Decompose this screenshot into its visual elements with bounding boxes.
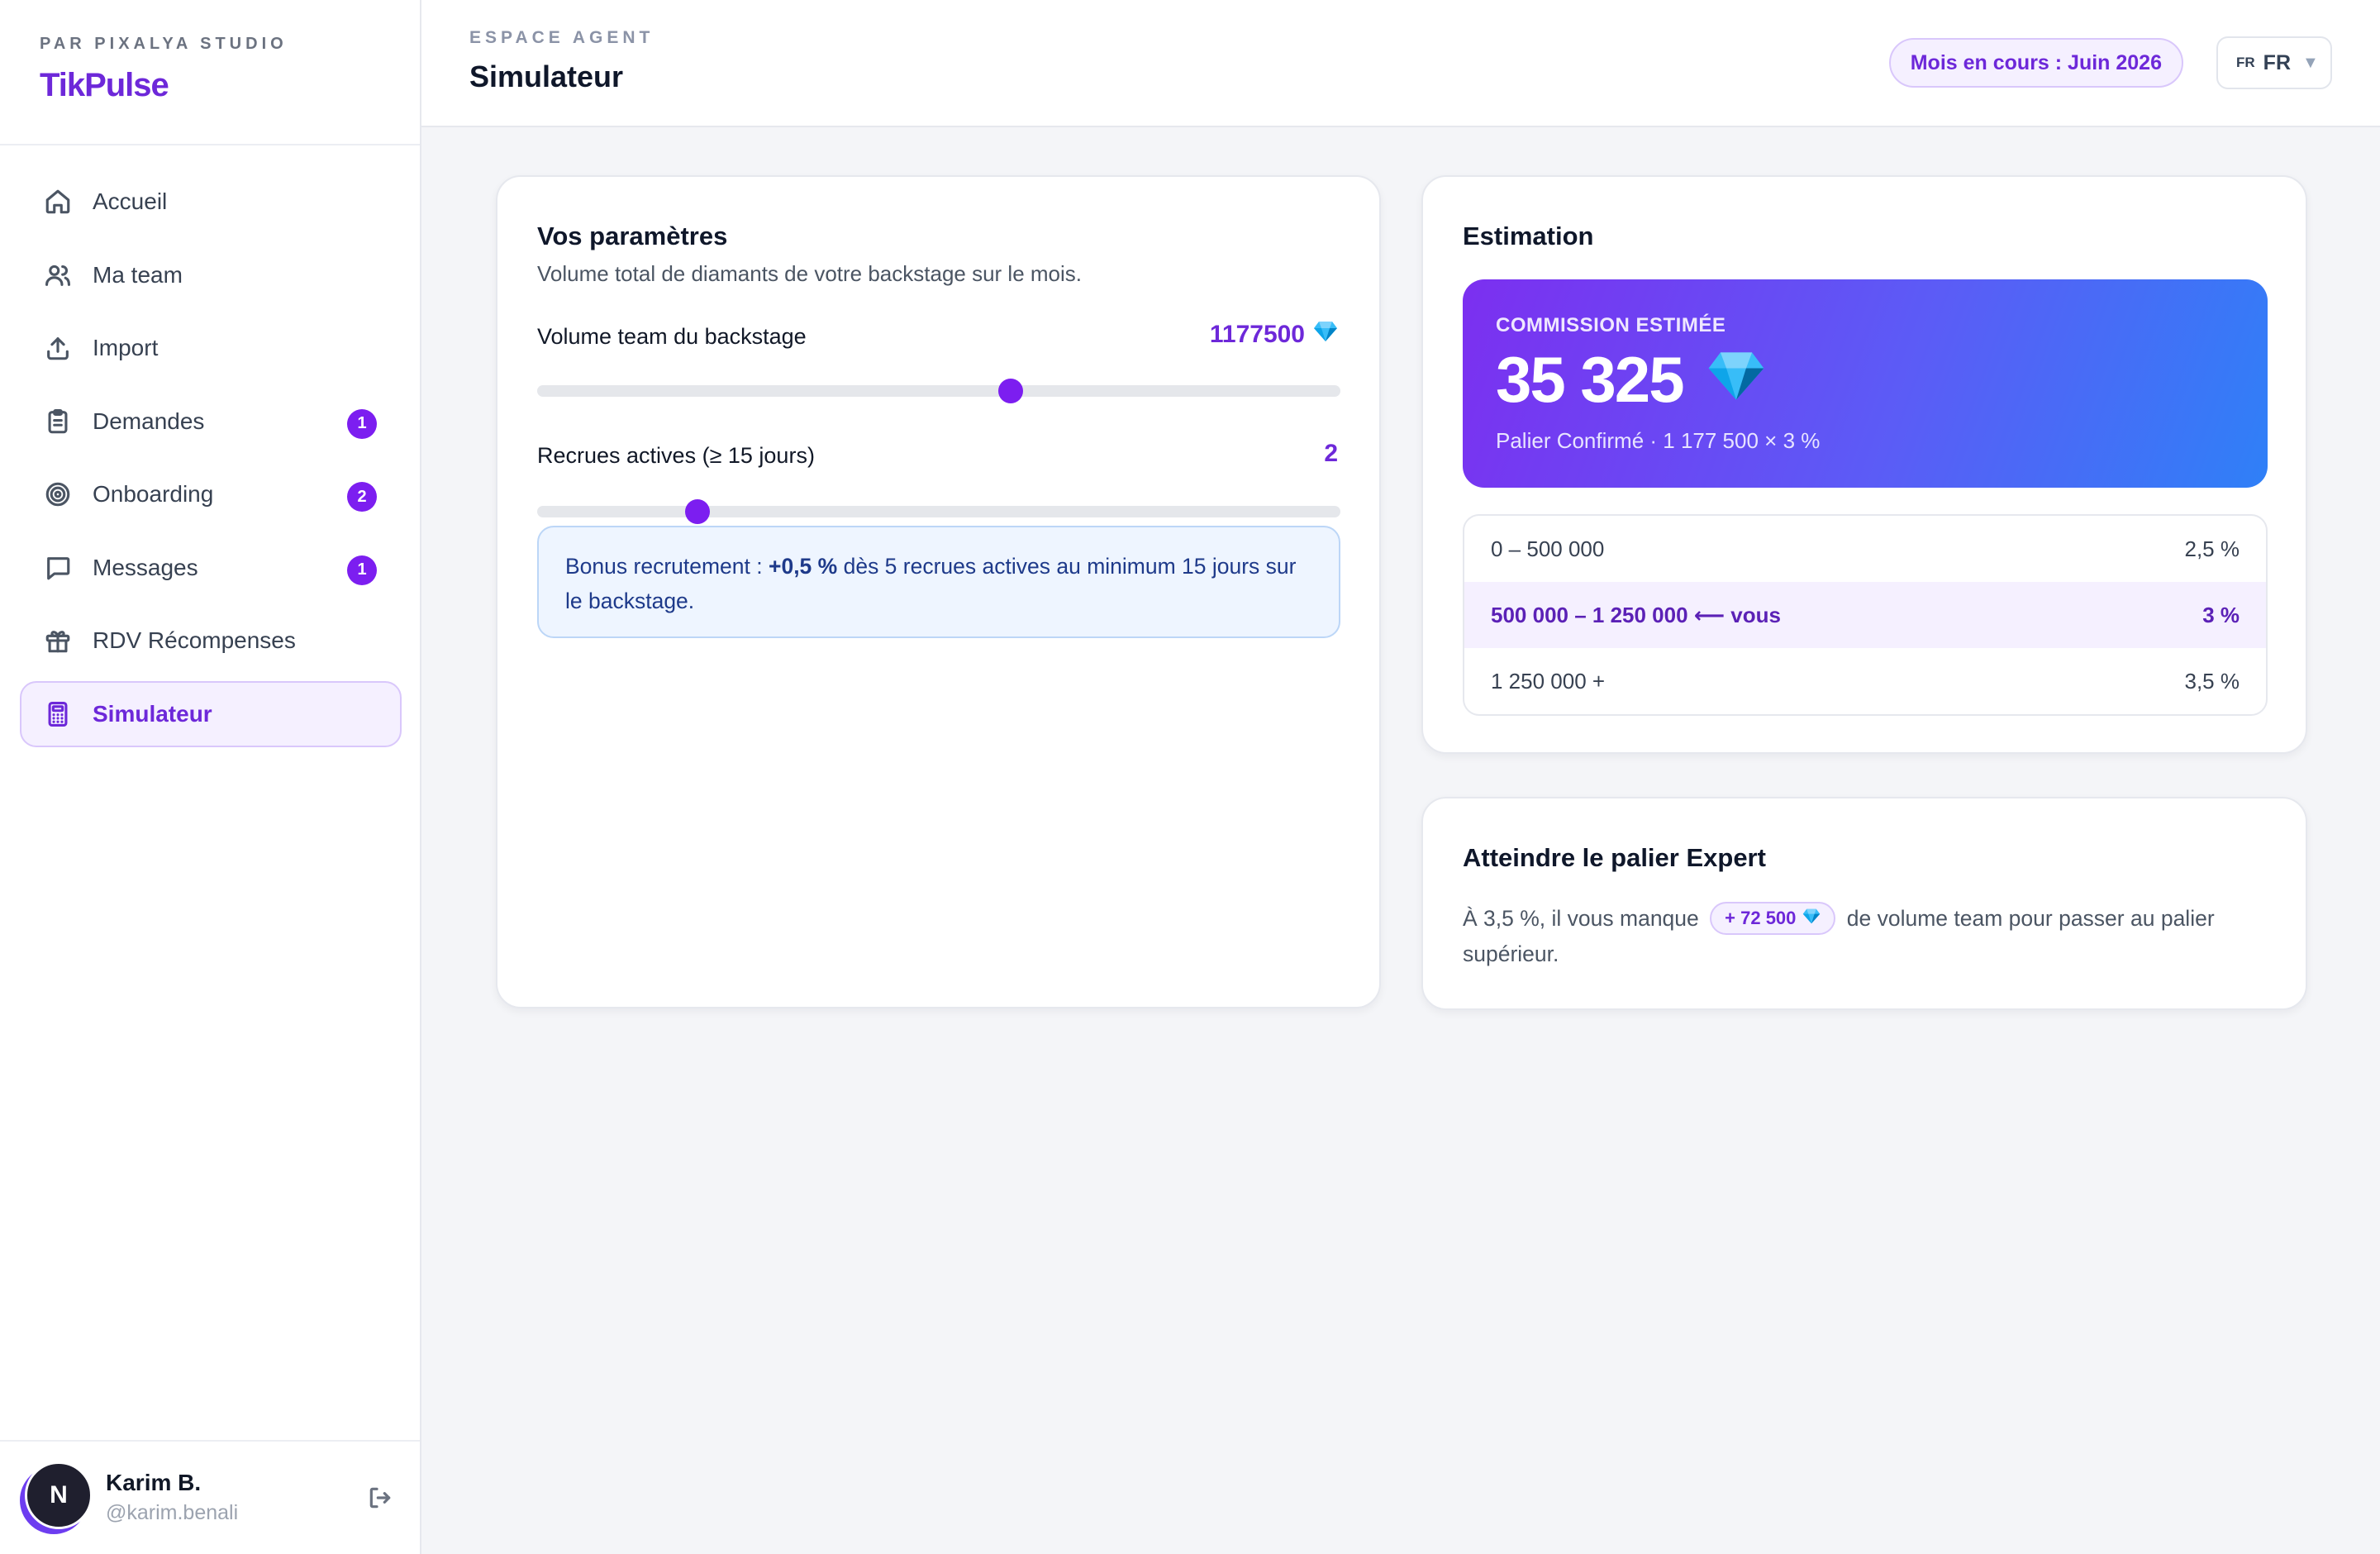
sidebar-item-onboarding[interactable]: Onboarding 2: [20, 461, 402, 527]
current-month-badge: Mois en cours : Juin 2026: [1888, 38, 2183, 88]
sidebar-nav: Accueil Ma team Import Demandes 1 Onboar…: [20, 169, 402, 754]
expert-description: À 3,5 %, il vous manque + 72 500 de volu…: [1463, 901, 2281, 971]
commission-label: COMMISSION ESTIMÉE: [1496, 314, 1726, 336]
bonus-highlight: +0,5 %: [768, 554, 838, 579]
commission-hero: COMMISSION ESTIMÉE 35 325 Palier Confirm…: [1463, 279, 2268, 488]
sidebar-item-accueil[interactable]: Accueil: [20, 169, 402, 235]
logout-button[interactable]: [367, 1485, 397, 1514]
sidebar-item-label: Messages: [93, 554, 198, 580]
users-icon: [43, 260, 73, 290]
calculator-icon: [43, 699, 73, 729]
volume-label: Volume team du backstage: [537, 324, 807, 349]
sidebar-item-label: Simulateur: [93, 700, 212, 727]
section-eyebrow: ESPACE AGENT: [469, 28, 654, 47]
sidebar-item-simulateur[interactable]: Simulateur: [20, 680, 402, 747]
bonus-prefix: Bonus recrutement :: [565, 554, 769, 579]
expert-text-before: À 3,5 %, il vous manque: [1463, 906, 1699, 931]
sidebar-item-label: Accueil: [93, 188, 168, 214]
avatar[interactable]: N: [25, 1461, 93, 1529]
language-select[interactable]: FR FR ▼: [2216, 36, 2332, 89]
notification-badge: 1: [347, 555, 377, 585]
tier-rate: 2,5 %: [2184, 536, 2240, 561]
recruits-slider[interactable]: [537, 499, 1340, 524]
card-title: Estimation: [1463, 222, 1594, 250]
sidebar-item-messages[interactable]: Messages 1: [20, 535, 402, 601]
bonus-info-box: Bonus recrutement : +0,5 % dès 5 recrues…: [537, 526, 1340, 638]
commission-number: 35 325: [1496, 343, 1685, 416]
logout-icon: [369, 1487, 391, 1509]
divider: [0, 1440, 420, 1442]
slider-thumb[interactable]: [685, 499, 711, 524]
tier-range: 0 – 500 000: [1491, 536, 1605, 561]
message-icon: [43, 553, 73, 583]
chevron-down-icon: ▼: [2302, 53, 2319, 72]
expert-tier-card: Atteindre le palier Expert À 3,5 %, il v…: [1421, 797, 2307, 1010]
gift-icon: [43, 626, 73, 655]
clipboard-icon: [43, 407, 73, 436]
brand-subtitle: PAR PIXALYA STUDIO: [40, 35, 288, 53]
user-handle: @karim.benali: [106, 1501, 239, 1524]
sidebar-item-ma-team[interactable]: Ma team: [20, 242, 402, 308]
sidebar-item-label: Import: [93, 335, 159, 360]
recruits-label: Recrues actives (≥ 15 jours): [537, 443, 815, 468]
home-icon: [43, 187, 73, 217]
divider: [0, 144, 420, 145]
sidebar-item-rdv-recompenses[interactable]: RDV Récompenses: [20, 608, 402, 674]
volume-slider[interactable]: [537, 379, 1340, 403]
recruits-value: 2: [1324, 440, 1338, 467]
tier-range: 1 250 000 +: [1491, 668, 1606, 694]
tier-row-current: 500 000 – 1 250 000 ⟵ vous 3 %: [1464, 582, 2266, 648]
diamond-icon: [1802, 901, 1821, 936]
tier-range: 500 000 – 1 250 000 ⟵ vous: [1491, 602, 1781, 627]
estimation-card: Estimation COMMISSION ESTIMÉE 35 325 Pal…: [1421, 175, 2307, 754]
commission-formula: Palier Confirmé · 1 177 500 × 3 %: [1496, 428, 1821, 453]
card-subtitle: Volume total de diamants de votre backst…: [537, 261, 1083, 286]
tier-rate: 3 %: [2202, 602, 2240, 627]
top-header: ESPACE AGENT Simulateur Mois en cours : …: [421, 0, 2380, 127]
sidebar-item-demandes[interactable]: Demandes 1: [20, 388, 402, 455]
language-code: FR: [2263, 50, 2291, 74]
tier-table: 0 – 500 000 2,5 % 500 000 – 1 250 000 ⟵ …: [1463, 514, 2268, 716]
sidebar-item-label: Ma team: [93, 261, 183, 288]
user-name: Karim B.: [106, 1470, 202, 1495]
parameters-card: Vos paramètres Volume total de diamants …: [496, 175, 1381, 1008]
sidebar: PAR PIXALYA STUDIO TikPulse Accueil Ma t…: [0, 0, 421, 1554]
tier-rate: 3,5 %: [2184, 668, 2240, 694]
card-title: Atteindre le palier Expert: [1463, 843, 1766, 872]
page-title: Simulateur: [469, 60, 624, 93]
user-profile: N Karim B. @karim.benali: [25, 1458, 397, 1541]
volume-number: 1177500: [1209, 321, 1305, 348]
diamond-icon: [1313, 321, 1338, 349]
sidebar-item-label: RDV Récompenses: [93, 627, 296, 653]
tier-row: 1 250 000 + 3,5 %: [1464, 648, 2266, 714]
slider-thumb[interactable]: [997, 379, 1023, 403]
notification-badge: 2: [347, 482, 377, 512]
upload-icon: [43, 333, 73, 363]
card-title: Vos paramètres: [537, 222, 728, 250]
tier-row: 0 – 500 000 2,5 %: [1464, 516, 2266, 582]
flag-icon: FR: [2236, 55, 2255, 70]
volume-gap-badge: + 72 500: [1710, 901, 1836, 936]
brand: PAR PIXALYA STUDIO TikPulse: [40, 35, 288, 104]
volume-value: 1177500: [1210, 321, 1338, 349]
notification-badge: 1: [347, 408, 377, 439]
sidebar-item-import[interactable]: Import: [20, 315, 402, 381]
target-icon: [43, 479, 73, 509]
sidebar-item-label: Onboarding: [93, 481, 214, 507]
brand-logo[interactable]: TikPulse: [40, 67, 288, 104]
volume-gap-value: + 72 500: [1725, 908, 1797, 928]
commission-value: 35 325: [1496, 342, 1768, 417]
sidebar-item-label: Demandes: [93, 408, 205, 434]
diamond-icon: [1705, 342, 1768, 417]
